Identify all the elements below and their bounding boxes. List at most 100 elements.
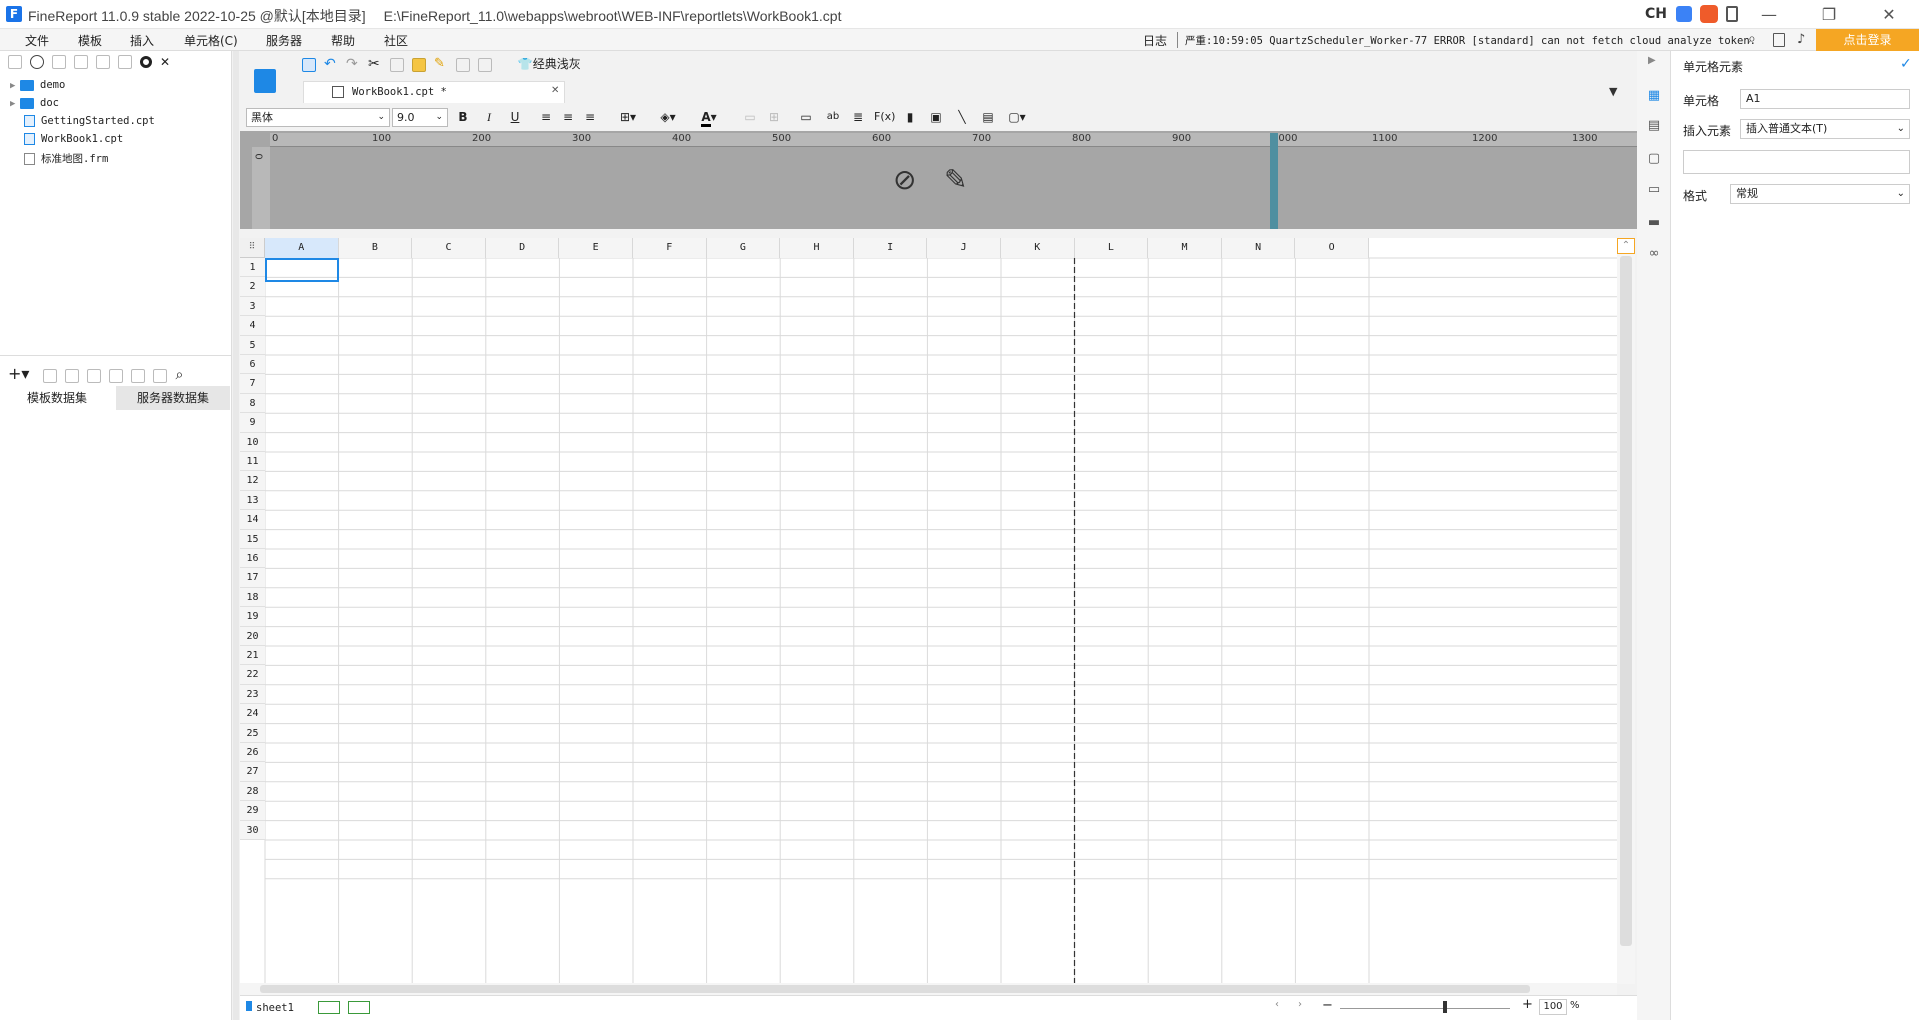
splitter[interactable] [233, 51, 239, 1020]
zoom-slider-track[interactable] [1340, 1008, 1510, 1009]
theme-button[interactable]: 👕经典浅灰 [518, 57, 581, 71]
row-header[interactable]: 3 [240, 296, 265, 317]
next-sheet-icon[interactable]: › [1298, 999, 1302, 1010]
italic-button[interactable]: I [482, 106, 496, 128]
row-header[interactable]: 10 [240, 432, 265, 452]
row-header[interactable]: 9 [240, 413, 265, 433]
notes-icon[interactable] [1773, 33, 1785, 47]
search-icon[interactable]: ⌕ [1748, 31, 1756, 47]
dataset-db-icon[interactable] [131, 368, 146, 383]
menu-cell[interactable]: 单元格(C) [184, 32, 238, 49]
select-all-corner[interactable]: ⠿ [240, 238, 265, 258]
column-header[interactable]: L [1074, 238, 1149, 258]
subreport-icon[interactable]: ▤ [980, 106, 996, 128]
column-header[interactable]: G [706, 238, 781, 258]
menu-template[interactable]: 模板 [78, 32, 102, 49]
condition-icon[interactable]: ▬ [1645, 215, 1663, 231]
prev-sheet-icon[interactable]: ‹ [1275, 999, 1279, 1010]
row-header[interactable]: 8 [240, 393, 265, 414]
undo-icon[interactable]: ↶ [324, 57, 338, 72]
tab-server-dataset[interactable]: 服务器数据集 [116, 386, 230, 410]
tab-template-dataset[interactable]: 模板数据集 [0, 386, 114, 410]
dataset-param-icon[interactable] [109, 368, 124, 383]
menu-help[interactable]: 帮助 [331, 32, 355, 49]
new-folder-icon[interactable] [8, 54, 22, 69]
row-header[interactable]: 13 [240, 490, 265, 511]
zoom-out-button[interactable]: − [1322, 998, 1333, 1013]
tray-sogou-icon[interactable] [1700, 5, 1718, 23]
font-size-select[interactable]: 9.0 ⌄ [392, 108, 448, 127]
format-select[interactable]: 常规 ⌄ [1730, 184, 1910, 204]
check-icon[interactable]: ✓ [1900, 56, 1912, 72]
page-width-marker[interactable] [1270, 133, 1278, 229]
row-header[interactable]: 16 [240, 549, 265, 569]
rename-icon[interactable] [52, 54, 66, 69]
insert-element-select[interactable]: 插入普通文本(T) ⌄ [1740, 119, 1910, 139]
text-cell-icon[interactable]: ab [824, 106, 842, 128]
frame-icon[interactable]: ▢▾ [1004, 106, 1030, 128]
dataset-server-icon[interactable] [153, 368, 168, 383]
cell-content-input[interactable] [1683, 150, 1910, 174]
column-header[interactable]: F [633, 238, 707, 258]
delete-icon[interactable] [96, 54, 110, 69]
column-header[interactable]: D [485, 238, 560, 258]
font-color-icon[interactable]: A▾ [694, 106, 724, 128]
unmerge-cells-icon[interactable]: ⊞ [766, 106, 782, 128]
spreadsheet-grid[interactable]: ⠿ ABCDEFGHIJKLMNO 1 2 3 4 5 6 7 8 9 10 11 12 13 14 15 1… [240, 238, 1617, 983]
sheet-tab[interactable]: sheet1 [246, 1001, 294, 1014]
row-header[interactable]: 1 [240, 258, 265, 278]
menu-server[interactable]: 服务器 [266, 32, 302, 49]
column-header[interactable]: H [780, 238, 854, 258]
row-header[interactable]: 6 [240, 355, 265, 375]
row-header[interactable]: 7 [240, 374, 265, 394]
find-icon[interactable] [478, 57, 492, 72]
dataset-search-icon[interactable]: ⌕ [175, 367, 183, 383]
copy-icon[interactable] [390, 57, 404, 72]
ime-indicator[interactable]: CH [1645, 6, 1667, 22]
collapse-panel-icon[interactable]: ▶ [1648, 55, 1656, 66]
zoom-input[interactable]: 100 [1539, 999, 1567, 1015]
doc-tab-close-icon[interactable]: ✕ [551, 85, 559, 96]
formula-icon[interactable]: F(x) [874, 106, 895, 128]
float-element-icon[interactable]: ▢ [1645, 151, 1663, 167]
column-header[interactable]: C [412, 238, 486, 258]
row-header[interactable]: 12 [240, 471, 265, 491]
edit-dataset-icon[interactable] [43, 368, 58, 383]
paste-icon[interactable] [412, 57, 426, 72]
redo-icon[interactable]: ↷ [346, 57, 360, 72]
row-header[interactable]: 23 [240, 684, 265, 705]
bold-button[interactable]: B [456, 106, 470, 128]
column-header[interactable]: O [1295, 238, 1369, 258]
tray-app-icon[interactable] [1676, 6, 1692, 22]
column-header[interactable]: A [265, 238, 339, 258]
add-sheet-icon[interactable] [318, 1001, 340, 1014]
zoom-in-button[interactable]: + [1522, 997, 1533, 1012]
tree-file-map[interactable]: 标准地图.frm [24, 151, 108, 166]
column-header[interactable]: J [927, 238, 1001, 258]
align-center-icon[interactable]: ≡ [560, 106, 576, 128]
selected-cell[interactable] [265, 258, 339, 282]
row-header[interactable]: 14 [240, 510, 265, 530]
tree-file-gettingstarted[interactable]: GettingStarted.cpt [24, 115, 155, 127]
merge-cells-icon[interactable]: ▭ [742, 106, 758, 128]
tree-folder-demo[interactable]: ▶ demo [10, 79, 65, 91]
bell-icon[interactable]: ♪ [1797, 32, 1805, 47]
richtext-icon[interactable]: ≣ [850, 106, 866, 128]
toolbar-expand-icon[interactable]: ▼ [1609, 85, 1617, 98]
chart-icon[interactable]: ▮ [902, 106, 918, 128]
tray-device-icon[interactable] [1726, 6, 1738, 22]
row-header[interactable]: 25 [240, 723, 265, 743]
cell-attr-icon[interactable]: ▤ [1645, 118, 1663, 134]
scroll-up-button[interactable]: ⌃ [1617, 238, 1635, 254]
refresh-icon[interactable] [30, 54, 44, 69]
menu-insert[interactable]: 插入 [130, 32, 154, 49]
collapse-icon[interactable]: ✕ [160, 55, 174, 69]
row-header[interactable]: 5 [240, 335, 265, 355]
hyperlink-icon[interactable]: ∞ [1645, 246, 1663, 262]
row-header[interactable]: 26 [240, 743, 265, 763]
row-header[interactable]: 4 [240, 316, 265, 336]
menu-community[interactable]: 社区 [384, 32, 408, 49]
delete-dataset-icon[interactable] [65, 368, 80, 383]
column-header[interactable]: E [559, 238, 633, 258]
row-header[interactable]: 27 [240, 762, 265, 782]
